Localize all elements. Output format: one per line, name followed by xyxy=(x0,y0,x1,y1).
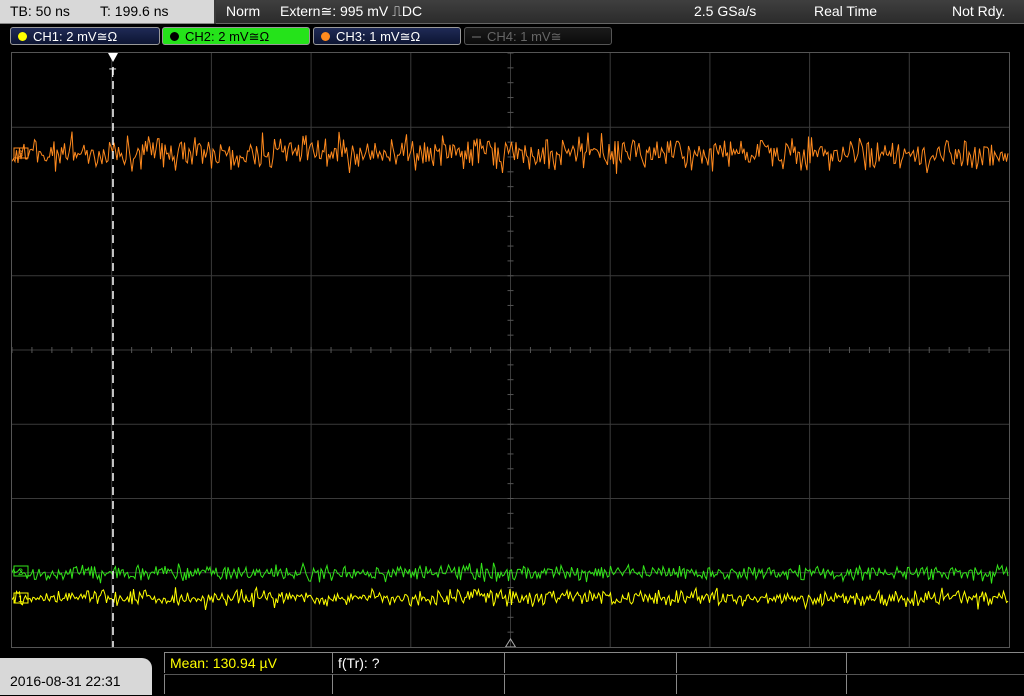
ch1-indicator-icon xyxy=(18,32,27,41)
channel-tabs: CH1: 2 mV≅Ω CH2: 2 mV≅Ω CH3: 1 mV≅Ω CH4:… xyxy=(0,24,1024,48)
mean-measurement[interactable]: Mean: 130.94 µV xyxy=(164,653,332,673)
measurement-slot-3[interactable] xyxy=(504,653,676,673)
tab-ch4[interactable]: CH4: 1 mV≅ xyxy=(464,27,612,45)
ch1-label: CH1: 2 mV≅Ω xyxy=(33,29,118,44)
measurement-slot-5[interactable] xyxy=(846,653,1024,673)
trigger-mode[interactable]: Norm xyxy=(226,3,260,19)
timebase-panel[interactable]: TB: 50 ns T: 199.6 ns xyxy=(0,0,214,24)
datetime-box: 2016-08-31 22:31 xyxy=(0,658,152,695)
ch2-label: CH2: 2 mV≅Ω xyxy=(185,29,270,44)
measurement-panel[interactable]: Mean: 130.94 µV f(Tr): ? xyxy=(164,652,1024,696)
waveform-canvas[interactable]: T 3 2 1 xyxy=(12,53,1009,647)
ch4-indicator-icon xyxy=(472,36,481,38)
ch3-indicator-icon xyxy=(321,32,330,41)
measurement-slot-9[interactable] xyxy=(676,674,846,694)
trigger-panel[interactable]: Norm Extern≅: 995 mV ⎍DC 2.5 GSa/s Real … xyxy=(216,0,1024,24)
ch4-label: CH4: 1 mV≅ xyxy=(487,29,562,44)
timebase-value[interactable]: TB: 50 ns xyxy=(10,3,70,19)
acquisition-state: Not Rdy. xyxy=(952,3,1006,19)
datetime: 2016-08-31 22:31 xyxy=(10,673,121,689)
trigger-source[interactable]: Extern≅: 995 mV ⎍DC xyxy=(280,3,422,20)
trigger-marker-label: T xyxy=(109,66,117,80)
measurement-slot-8[interactable] xyxy=(504,674,676,694)
trigger-frequency[interactable]: f(Tr): ? xyxy=(332,653,504,673)
sample-rate: 2.5 GSa/s xyxy=(694,3,757,19)
tab-ch2[interactable]: CH2: 2 mV≅Ω xyxy=(162,27,310,45)
measurement-slot-7[interactable] xyxy=(332,674,504,694)
measurement-slot-6[interactable] xyxy=(164,674,332,694)
measurement-slot-4[interactable] xyxy=(676,653,846,673)
channel-ground-label: 1 xyxy=(18,594,23,604)
channel-ground-label: 3 xyxy=(18,149,23,159)
status-bar: TB: 50 ns T: 199.6 ns Norm Extern≅: 995 … xyxy=(0,0,1024,24)
ch2-indicator-icon xyxy=(170,32,179,41)
tab-ch1[interactable]: CH1: 2 mV≅Ω xyxy=(10,27,160,45)
channel-ground-label: 2 xyxy=(18,567,23,577)
measurement-slot-10[interactable] xyxy=(846,674,1024,694)
trigger-time-value[interactable]: T: 199.6 ns xyxy=(100,3,169,19)
tab-ch3[interactable]: CH3: 1 mV≅Ω xyxy=(313,27,461,45)
trigger-arrow-icon xyxy=(108,53,118,62)
acquisition-mode: Real Time xyxy=(814,3,878,19)
ch3-label: CH3: 1 mV≅Ω xyxy=(336,29,421,44)
waveform-display[interactable]: T 3 2 1 xyxy=(11,52,1010,648)
